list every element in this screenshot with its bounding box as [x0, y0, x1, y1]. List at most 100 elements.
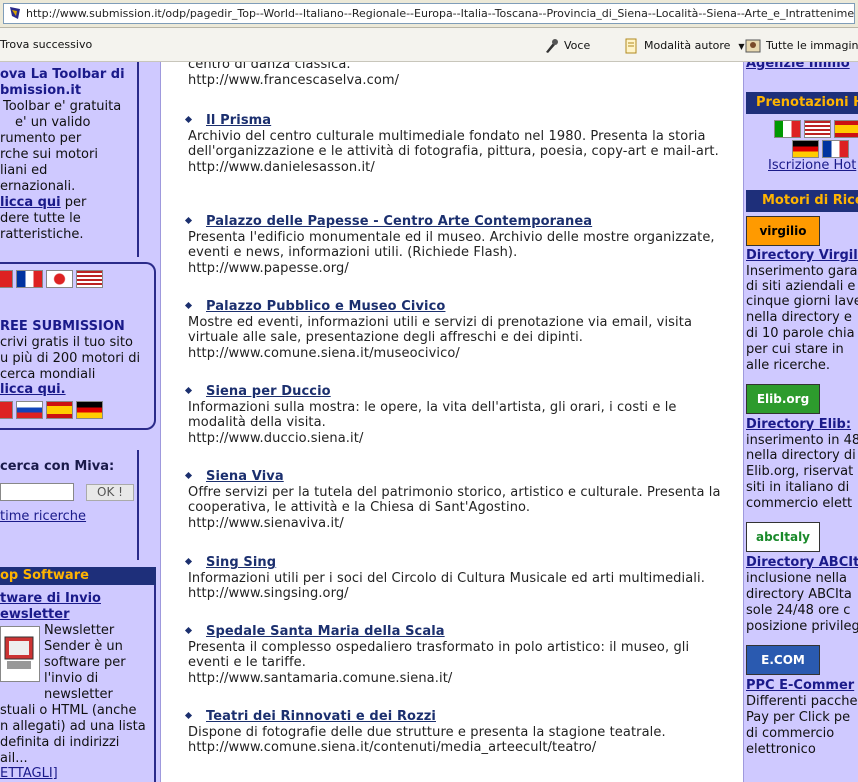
flag-icon[interactable] — [76, 401, 103, 419]
listing-title-link[interactable]: Siena Viva — [206, 469, 284, 484]
voice-label: Voce — [564, 39, 591, 52]
flag-icon[interactable] — [46, 401, 73, 419]
elib-line: nella directory di — [746, 448, 856, 463]
details-link[interactable]: ETTAGLI] — [0, 766, 58, 782]
listing-title-link[interactable]: Palazzo Pubblico e Museo Civico — [206, 299, 445, 314]
click-here-link[interactable]: licca qui — [0, 195, 61, 210]
toolbar-promo-heading-2[interactable]: bmission.it — [0, 83, 81, 99]
find-next-button[interactable]: Trova successivo — [0, 38, 92, 51]
listing-item: Palazzo delle Papesse - Centro Arte Cont… — [184, 214, 728, 277]
toolbar-promo-line: dere tutte le — [0, 211, 81, 226]
right-sidebar: Agenzie Immo Prenotazioni H Iscrizione H… — [746, 62, 858, 782]
flag-icon[interactable] — [792, 139, 819, 158]
flag-icon[interactable] — [76, 270, 103, 288]
address-bar: http://www.submission.it/odp/pagedir_Top… — [0, 0, 858, 28]
toolbar-promo-line: rumento per — [0, 131, 82, 146]
virgilio-line: cinque giorni lave — [746, 294, 858, 309]
virgilio-logo[interactable]: virgilio — [746, 216, 820, 246]
iscrizione-link[interactable]: Iscrizione Hot — [768, 158, 858, 173]
software-title-link[interactable]: tware di Invio — [0, 591, 101, 607]
listing-title-link[interactable]: Sing Sing — [206, 555, 276, 570]
ecom-logo[interactable]: E.COM — [746, 645, 820, 675]
listing-item: Sing Sing Informazioni utili per i soci … — [184, 555, 728, 602]
ppc-line: Differenti pacche — [746, 694, 858, 709]
listing-desc: Presenta il complesso ospedaliero trasfo… — [188, 639, 690, 671]
listing-desc: Presenta l'edificio monumentale ed il mu… — [188, 229, 715, 261]
listing-item: Il Prisma Archivio del centro culturale … — [184, 113, 728, 176]
search-input[interactable] — [0, 483, 74, 501]
listing-title-wrap: Il Prisma — [188, 113, 728, 129]
toolbar-promo-line: ratteristiche. — [0, 227, 84, 242]
listing-desc: centro di danza classica. — [188, 62, 351, 72]
flag-icon[interactable] — [46, 270, 73, 288]
toolbar-promo-heading[interactable]: ova La Toolbar di — [0, 67, 125, 83]
ppc-link[interactable]: PPC E-Commer — [746, 678, 858, 693]
listing-url[interactable]: http://www.singsing.org/ — [188, 586, 728, 602]
listing-item: Siena per Duccio Informazioni sulla most… — [184, 384, 728, 447]
abcitaly-line: posizione privileg — [746, 619, 858, 634]
listing-title-link[interactable]: Spedale Santa Maria della Scala — [206, 624, 445, 639]
flag-icon[interactable] — [0, 270, 13, 288]
elib-link[interactable]: Directory Elib: — [746, 417, 858, 432]
url-text: http://www.submission.it/odp/pagedir_Top… — [26, 7, 855, 20]
software-side-line: Sender è un — [44, 639, 123, 654]
voice-button[interactable]: Voce — [543, 38, 590, 54]
listing-url[interactable]: http://www.comune.siena.it/contenuti/med… — [188, 740, 728, 756]
flag-icon[interactable] — [834, 119, 858, 138]
all-images-button[interactable]: Tutte le immagini — [745, 38, 858, 54]
flag-icon[interactable] — [16, 401, 43, 419]
hotel-flags-row — [774, 118, 858, 138]
virgilio-link[interactable]: Directory Virgili — [746, 248, 858, 263]
software-image[interactable] — [0, 626, 40, 682]
listing-title-wrap: Siena Viva — [188, 469, 728, 485]
image-icon — [745, 39, 761, 53]
elib-logo[interactable]: Elib.org — [746, 384, 820, 414]
listing-url[interactable]: http://www.sienaviva.it/ — [188, 516, 728, 532]
listing-desc: Offre servizi per la tutela del patrimon… — [188, 484, 721, 516]
last-searches-link[interactable]: time ricerche — [0, 509, 86, 525]
software-title-link-2[interactable]: ewsletter — [0, 607, 70, 623]
flag-icon[interactable] — [804, 119, 831, 138]
software-side-line: software per — [44, 655, 126, 670]
listing-url[interactable]: http://www.danielesasson.it/ — [188, 160, 728, 176]
search-ok-button[interactable]: OK ! — [86, 484, 134, 501]
software-line: ail... — [0, 751, 28, 766]
virgilio-line: alle ricerche. — [746, 358, 830, 373]
listing-url[interactable]: http://www.comune.siena.it/museocivico/ — [188, 346, 728, 362]
agenzie-link[interactable]: Agenzie Immo — [746, 62, 858, 71]
abcitaly-line: directory ABCIta — [746, 587, 852, 602]
flag-icon[interactable] — [16, 270, 43, 288]
abcitaly-link[interactable]: Directory ABCIt — [746, 555, 858, 570]
toolbar-promo-line: liani ed — [0, 163, 48, 178]
abcitaly-line: inclusione nella — [746, 571, 847, 586]
listing-url[interactable]: http://www.francescaselva.com/ — [188, 73, 728, 89]
abcitaly-logo[interactable]: abcItaly — [746, 522, 820, 552]
listing-title-link[interactable]: Teatri dei Rinnovati e dei Rozzi — [206, 709, 436, 724]
virgilio-line: di siti aziendali e — [746, 279, 856, 294]
free-submission-line: u più di 200 motori di — [0, 351, 141, 366]
listing-partial: centro di danza classica. http://www.fra… — [188, 62, 728, 88]
elib-line: commercio elett — [746, 496, 853, 511]
software-line: n allegati) ad una lista — [0, 719, 146, 734]
flag-icon[interactable] — [822, 139, 849, 158]
flag-icon[interactable] — [0, 401, 13, 419]
browser-toolbar: Trova successivo Voce Modalità autore ▼ T… — [0, 28, 858, 62]
listing-title-wrap: Palazzo Pubblico e Museo Civico — [188, 299, 728, 315]
flag-icon[interactable] — [774, 119, 801, 138]
listing-title-link[interactable]: Il Prisma — [206, 113, 271, 128]
free-submission-link[interactable]: licca qui. — [0, 382, 66, 398]
listing-url[interactable]: http://www.duccio.siena.it/ — [188, 431, 728, 447]
elib-line: inserimento in 48 — [746, 433, 858, 448]
url-field[interactable]: http://www.submission.it/odp/pagedir_Top… — [3, 3, 855, 24]
listing-url[interactable]: http://www.santamaria.comune.siena.it/ — [188, 671, 728, 687]
ppc-line: elettronico — [746, 742, 816, 757]
listing-item: Palazzo Pubblico e Museo Civico Mostre e… — [184, 299, 728, 362]
listing-title-link[interactable]: Siena per Duccio — [206, 384, 331, 399]
prenotazioni-header: Prenotazioni H — [746, 92, 858, 114]
listing-url[interactable]: http://www.papesse.org/ — [188, 261, 728, 277]
toolbar-promo-line: rche sui motori — [0, 147, 98, 162]
listing-title-link[interactable]: Palazzo delle Papesse - Centro Arte Cont… — [206, 214, 592, 229]
author-mode-button[interactable]: Modalità autore ▼ — [623, 38, 745, 54]
listing-item: Teatri dei Rinnovati e dei Rozzi Dispone… — [184, 709, 728, 756]
page-content: ova La Toolbar di bmission.it Toolbar e'… — [0, 62, 858, 782]
